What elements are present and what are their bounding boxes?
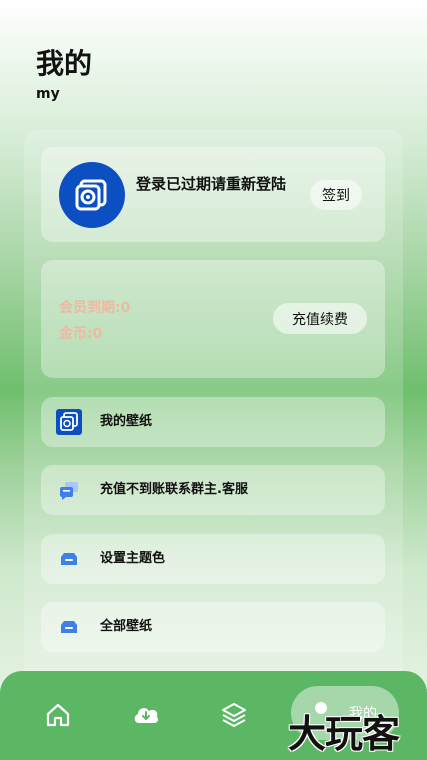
menu-item-contact-support[interactable]: 充值不到账联系群主.客服 xyxy=(41,465,385,515)
home-icon xyxy=(46,703,70,727)
menu-item-label: 设置主题色 xyxy=(100,551,166,566)
tab-categories[interactable] xyxy=(218,699,250,731)
layers-icon xyxy=(222,703,246,727)
coin-balance: 金币:0 xyxy=(59,326,103,342)
app-logo-icon xyxy=(56,409,82,435)
tray-icon xyxy=(56,546,82,572)
menu-item-my-wallpapers[interactable]: 我的壁纸 xyxy=(41,397,385,447)
avatar[interactable] xyxy=(59,162,125,228)
profile-card: 登录已过期请重新登陆 签到 xyxy=(41,147,385,242)
signin-button[interactable]: 签到 xyxy=(310,180,362,210)
membership-card: 会员到期:0 金币:0 充值续费 xyxy=(41,260,385,378)
page-subtitle: my xyxy=(36,86,60,102)
tab-home[interactable] xyxy=(42,699,74,731)
menu-item-label: 我的壁纸 xyxy=(100,414,153,429)
menu-item-all-wallpapers[interactable]: 全部壁纸 xyxy=(41,602,385,652)
cloud-download-icon xyxy=(134,708,158,723)
app-logo-icon xyxy=(75,179,107,211)
menu-item-theme-color[interactable]: 设置主题色 xyxy=(41,534,385,584)
recharge-button[interactable]: 充值续费 xyxy=(273,303,367,334)
tab-downloads[interactable] xyxy=(130,699,162,731)
membership-info: 会员到期:0 金币:0 xyxy=(59,295,130,347)
menu-item-label: 充值不到账联系群主.客服 xyxy=(100,482,248,497)
page-title: 我的 xyxy=(36,47,93,80)
menu-item-label: 全部壁纸 xyxy=(100,619,153,634)
tray-icon xyxy=(56,614,82,640)
login-status-text[interactable]: 登录已过期请重新登陆 xyxy=(136,174,286,194)
page-header: 我的 my xyxy=(36,46,92,102)
chat-icon xyxy=(56,477,82,503)
membership-expiry: 会员到期:0 xyxy=(59,300,131,316)
watermark-text: 大玩客 xyxy=(288,712,400,756)
